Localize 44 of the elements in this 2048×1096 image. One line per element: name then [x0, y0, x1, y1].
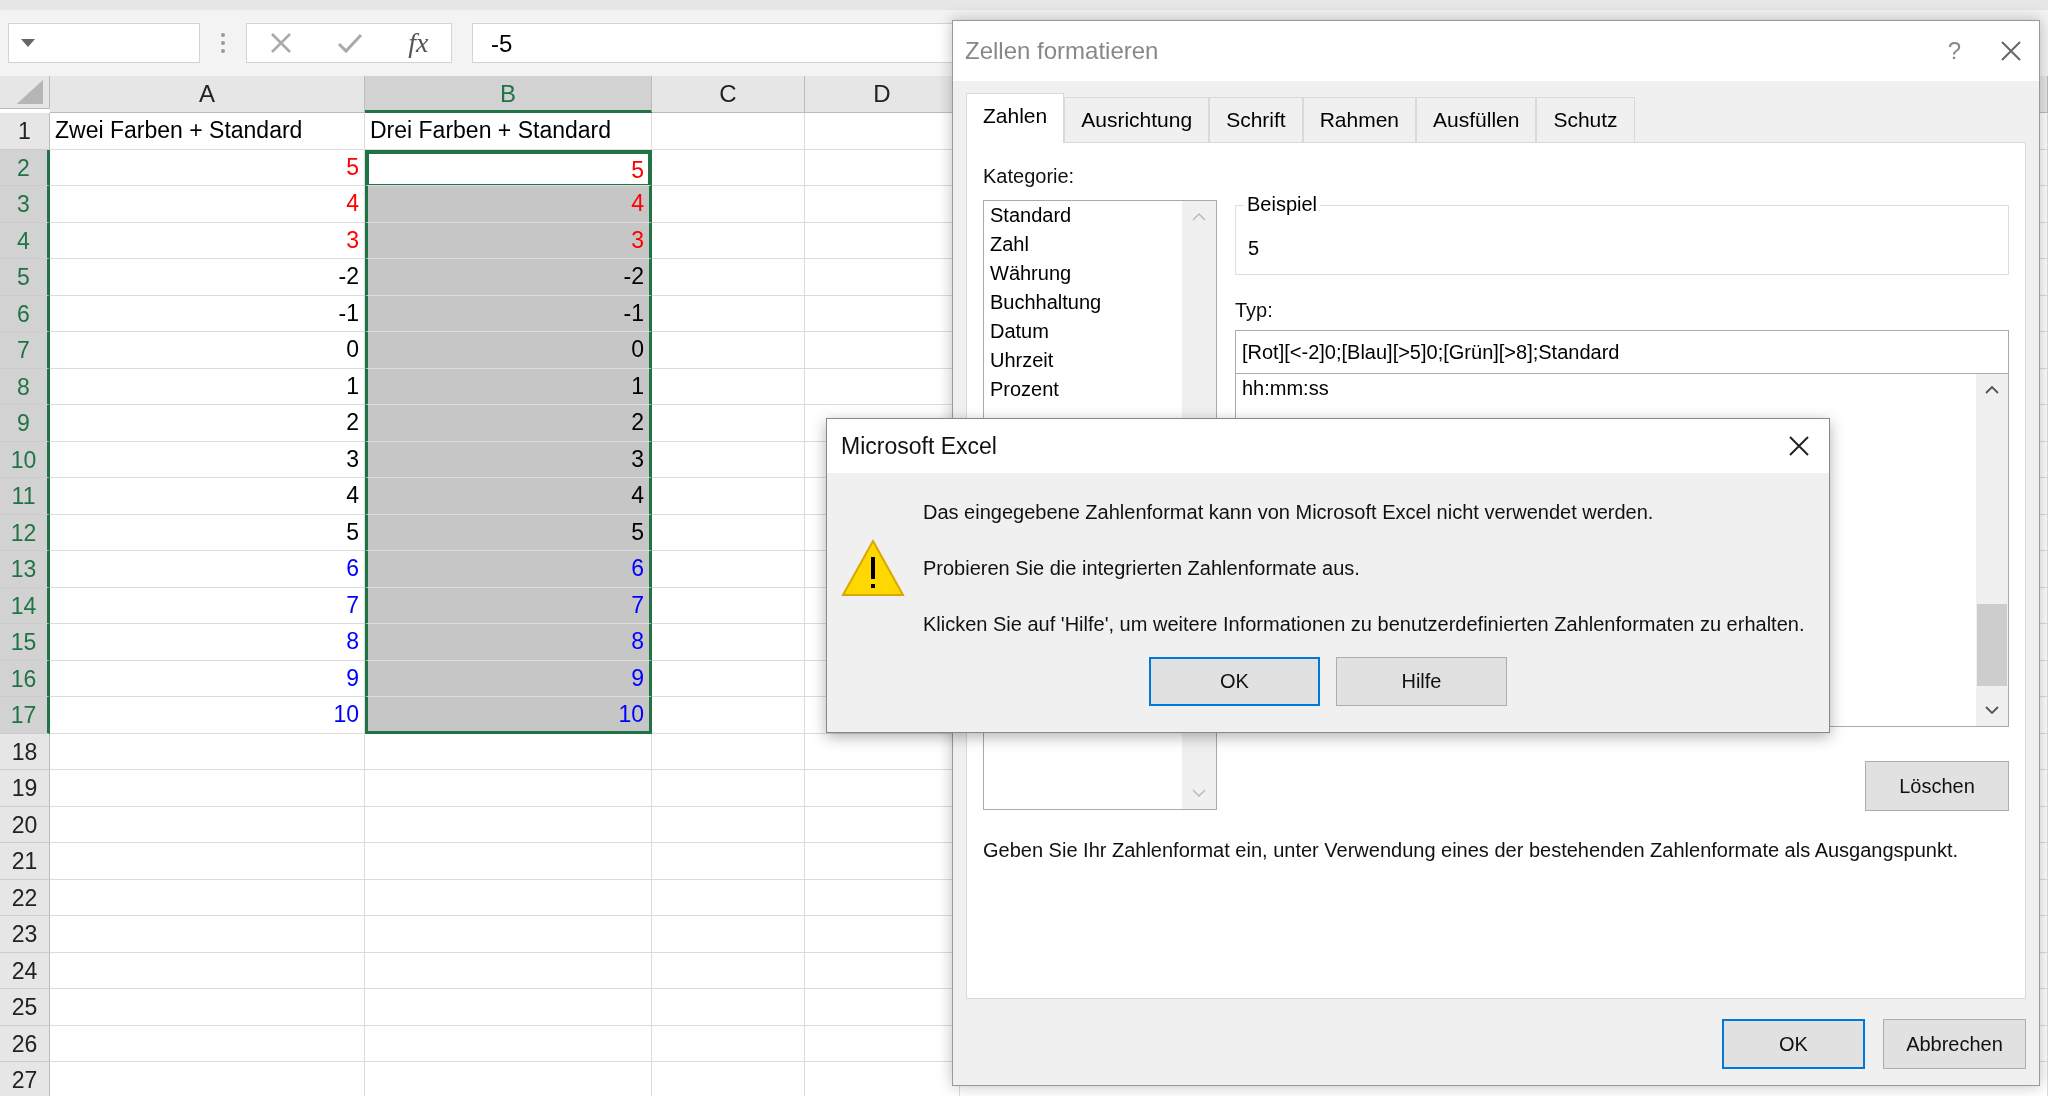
table-cell: 2 — [365, 405, 652, 442]
table-cell: 8 — [365, 624, 652, 661]
table-cell: 3 — [365, 441, 652, 478]
table-cell: Drei Farben + Standard — [365, 113, 652, 150]
table-cell: 5 — [365, 149, 652, 186]
table-cell: 3 — [50, 441, 365, 478]
table-cell: 6 — [50, 551, 365, 588]
table-cell: 5 — [50, 149, 365, 186]
table-cell: 4 — [365, 478, 652, 515]
table-cell: 4 — [50, 478, 365, 515]
table-cell: 1 — [365, 368, 652, 405]
table-cell: 5 — [365, 514, 652, 551]
table-cell: 9 — [365, 660, 652, 697]
message-text: Probieren Sie die integrierten Zahlenformate aus. — [923, 557, 1361, 579]
table-cell: 10 — [50, 697, 365, 734]
window-title: Zellen formatieren — [965, 37, 1160, 65]
table-cell: 8 — [50, 624, 365, 661]
type-label: Typ: — [1235, 299, 1274, 322]
category-label: Kategorie: — [983, 165, 1076, 188]
table-cell: 10 — [365, 697, 652, 734]
table-cell: Zwei Farben + Standard — [50, 113, 365, 150]
sample-label: Beispiel — [1244, 193, 1321, 216]
table-cell: 2 — [50, 405, 365, 442]
message-text: Klicken Sie auf 'Hilfe', um weitere Informationen zu benutzerdefinierten Zahlenformaten zu erhalten. — [923, 613, 1805, 635]
table-cell: 9 — [50, 660, 365, 697]
table-cell: -2 — [50, 259, 365, 296]
table-cell: 7 — [365, 587, 652, 624]
table-cell: 1 — [50, 368, 365, 405]
table-cell: 4 — [50, 186, 365, 223]
table-cell: 7 — [50, 587, 365, 624]
message-text: Das eingegebene Zahlenformat kann von Microsoft Excel nicht verwendet werden. — [923, 501, 1655, 523]
window-title: Microsoft Excel — [841, 432, 997, 460]
table-cell: 3 — [365, 222, 652, 259]
table-cell: -1 — [365, 295, 652, 332]
table-cell: 0 — [50, 332, 365, 369]
table-cell: 4 — [365, 186, 652, 223]
table-cell: 5 — [50, 514, 365, 551]
table-cell: -2 — [365, 259, 652, 296]
table-cell: -1 — [50, 295, 365, 332]
table-cell: 3 — [50, 222, 365, 259]
table-cell: 0 — [365, 332, 652, 369]
hint-text: Geben Sie Ihr Zahlenformat ein, unter Verwendung eines der bestehenden Zahlenformate als Ausgangspunkt. — [983, 839, 1960, 862]
sample-value: 5 — [1248, 237, 1260, 260]
table-cell: 6 — [365, 551, 652, 588]
